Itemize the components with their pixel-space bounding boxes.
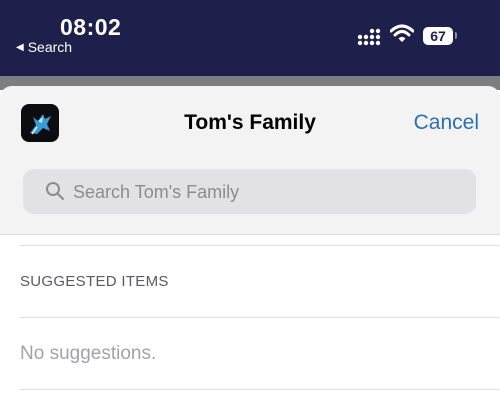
divider	[20, 245, 500, 246]
signal-icon	[357, 28, 381, 46]
search-placeholder: Search Tom's Family	[73, 182, 240, 202]
battery-tip	[455, 32, 457, 39]
status-time: 08:02	[60, 14, 122, 40]
suggested-items-header: SUGGESTED ITEMS	[20, 273, 169, 290]
wifi-icon	[390, 24, 414, 42]
empty-suggestions-text: No suggestions.	[20, 343, 157, 364]
status-bar: 08:02 ◀ Search 67	[0, 0, 500, 76]
search-input[interactable]: Search Tom's Family	[23, 169, 476, 214]
battery-icon: 67	[423, 27, 453, 45]
share-sheet-header: Tom's Family Cancel Search Tom's Family	[0, 86, 500, 235]
back-label: Search	[27, 39, 73, 55]
back-to-search-link[interactable]: ◀ Search	[16, 39, 72, 55]
back-arrow-icon: ◀	[16, 41, 24, 53]
search-icon	[46, 182, 64, 200]
divider	[20, 389, 500, 390]
cancel-button[interactable]: Cancel	[414, 111, 479, 135]
divider	[20, 317, 500, 318]
